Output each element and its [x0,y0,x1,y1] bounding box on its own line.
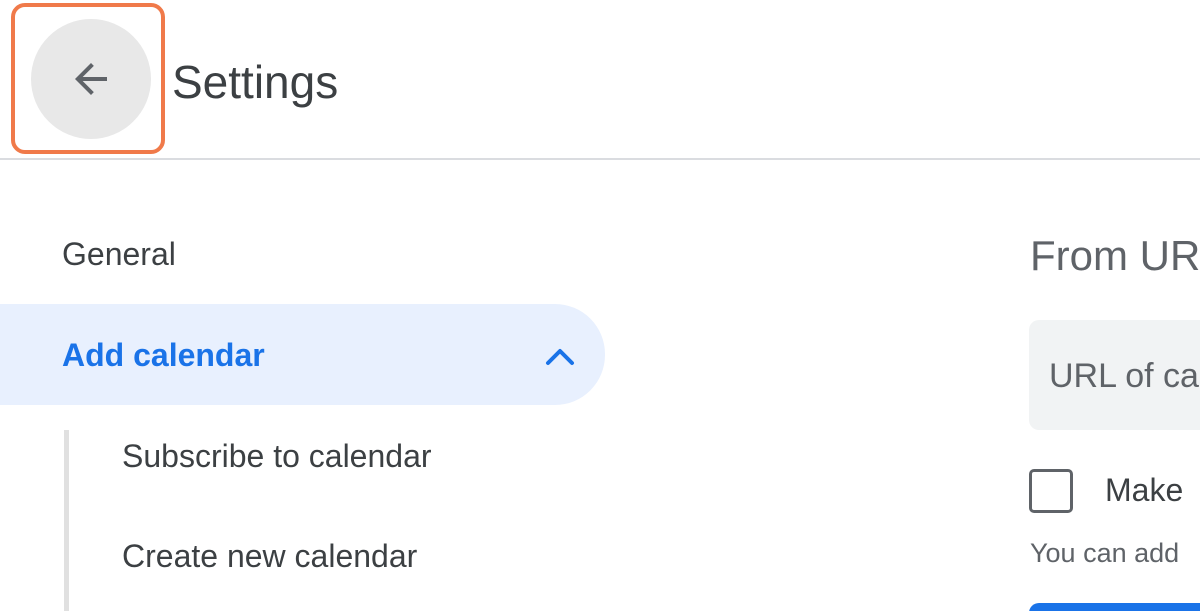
helper-text: You can add [1030,538,1180,568]
sidebar-subitem-create[interactable]: Create new calendar [122,534,417,578]
section-heading: From URL [1030,232,1200,279]
settings-header: Settings [0,0,1200,160]
add-calendar-button[interactable] [1029,603,1200,611]
checkbox-label: Make [1105,472,1184,508]
sidebar-item-label: Add calendar [62,337,265,373]
page-title: Settings [172,56,339,108]
subnav-rail [64,430,69,611]
sidebar-item-add-calendar[interactable]: Add calendar [0,304,605,405]
sidebar-subitem-subscribe[interactable]: Subscribe to calendar [122,434,432,478]
click-highlight [11,3,165,154]
chevron-up-icon [546,349,574,365]
sidebar-item-general[interactable]: General [62,232,176,276]
url-input[interactable]: URL of calendar [1029,320,1200,430]
settings-page: Settings General Add calendar Subscribe … [0,0,1200,611]
make-public-checkbox[interactable] [1029,469,1073,513]
url-input-placeholder: URL of calendar [1049,357,1200,395]
